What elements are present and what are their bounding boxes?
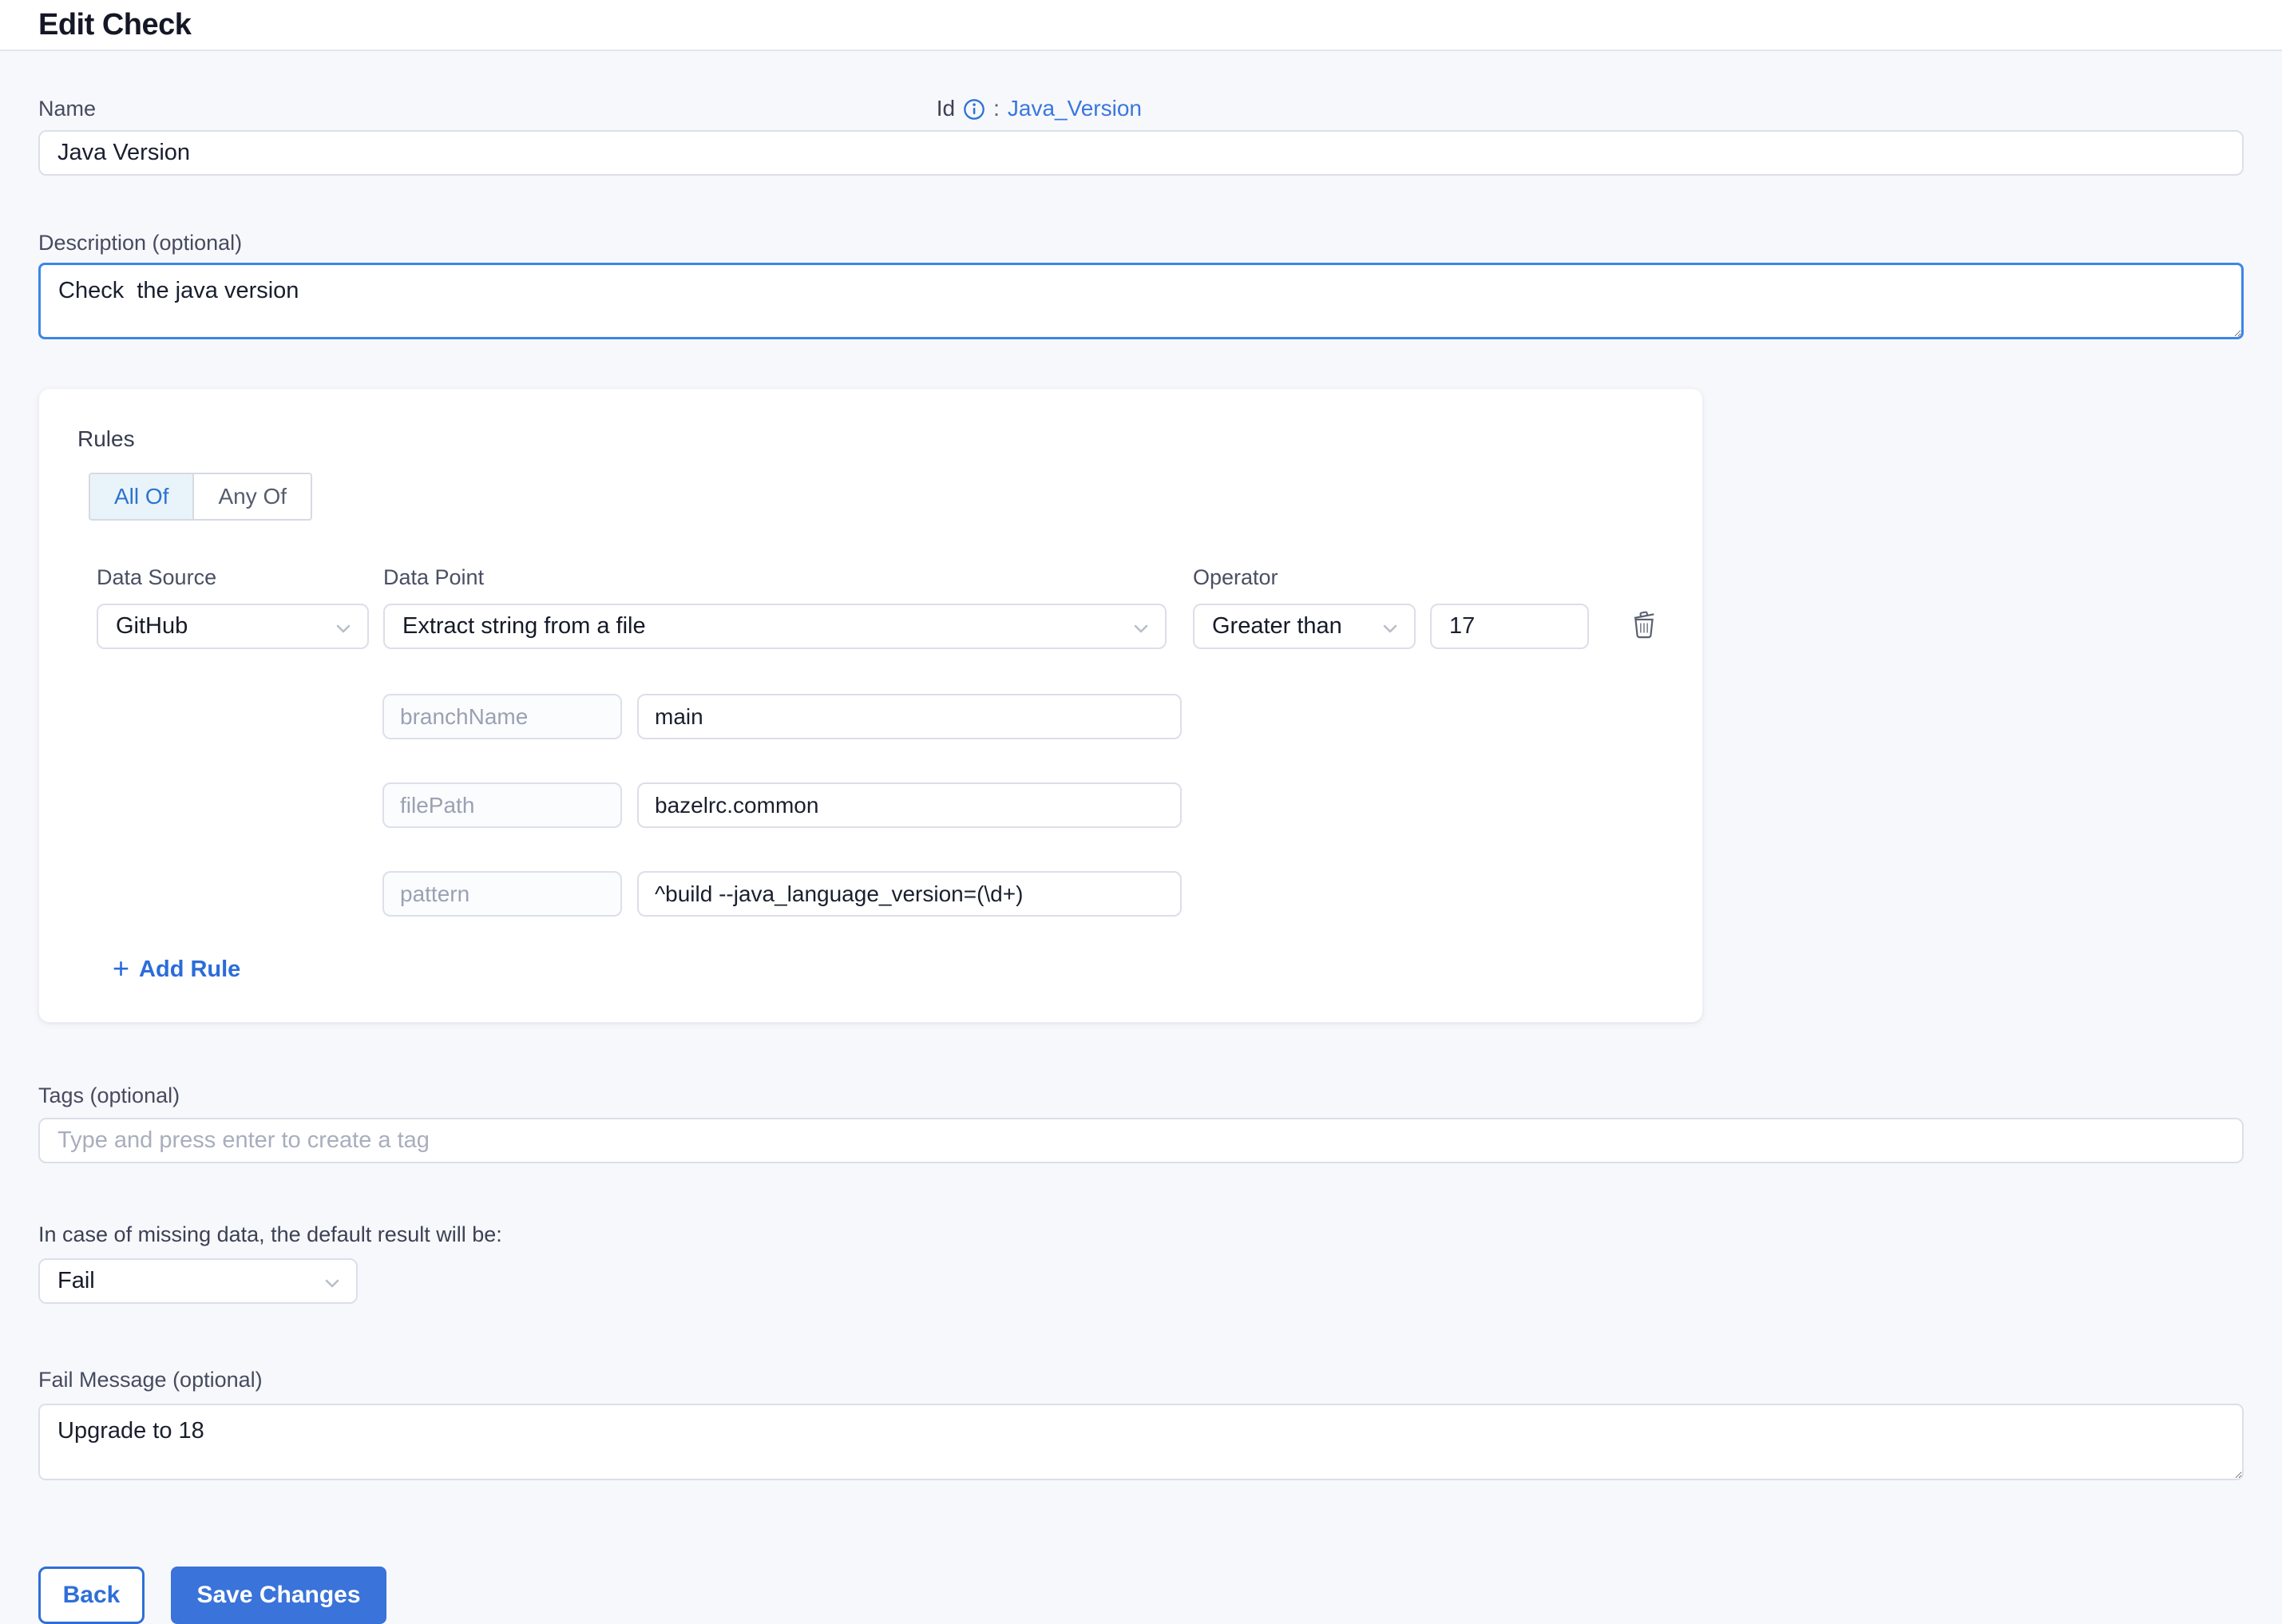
fail-message-textarea[interactable]: Upgrade to 18	[38, 1404, 2244, 1480]
name-label: Name	[38, 97, 96, 121]
page-header: Edit Check	[0, 0, 2282, 51]
add-rule-label: Add Rule	[139, 957, 240, 983]
rule-param-row	[382, 782, 1664, 828]
fail-message-label: Fail Message (optional)	[38, 1368, 2244, 1392]
plus-icon: +	[113, 957, 129, 980]
edit-check-form: Name Id : Java_Version Description (opti…	[0, 96, 2282, 1624]
chevron-down-icon	[1381, 619, 1400, 638]
operator-select[interactable]: Greater than	[1193, 604, 1416, 649]
operator-column: Operator Greater than	[1193, 565, 1416, 649]
param-key-filepath[interactable]	[382, 782, 622, 828]
trash-icon	[1626, 606, 1662, 644]
description-textarea[interactable]: Check the java version	[38, 263, 2244, 339]
chevron-down-icon	[334, 619, 353, 638]
rule-row: Data Source GitHub Data Point Extract st…	[97, 565, 1664, 649]
save-changes-button[interactable]: Save Changes	[171, 1567, 386, 1624]
id-label: Id	[937, 96, 955, 121]
missing-data-label: In case of missing data, the default res…	[38, 1222, 2244, 1247]
data-source-value: GitHub	[116, 613, 188, 640]
tags-input[interactable]	[38, 1118, 2244, 1163]
rule-mode-toggle: All Of Any Of	[89, 473, 312, 521]
param-key-pattern[interactable]	[382, 871, 622, 917]
any-of-button[interactable]: Any Of	[192, 474, 311, 519]
name-input[interactable]	[38, 130, 2244, 176]
comparison-value-input[interactable]	[1430, 604, 1589, 649]
all-of-button[interactable]: All Of	[90, 474, 192, 519]
rules-card: Rules All Of Any Of Data Source GitHub D…	[38, 388, 1703, 1023]
id-separator: :	[993, 96, 1000, 121]
name-header-row: Name Id : Java_Version	[38, 96, 1142, 121]
data-point-label: Data Point	[383, 565, 1167, 590]
data-source-select[interactable]: GitHub	[97, 604, 369, 649]
tags-label: Tags (optional)	[38, 1083, 2244, 1108]
chevron-down-icon	[1131, 619, 1151, 638]
add-rule-button[interactable]: + Add Rule	[113, 957, 240, 983]
form-actions: Back Save Changes	[38, 1567, 2244, 1624]
check-id-link[interactable]: Java_Version	[1008, 96, 1142, 121]
description-label: Description (optional)	[38, 231, 2244, 255]
default-result-select[interactable]: Fail	[38, 1258, 358, 1304]
operator-value: Greater than	[1212, 613, 1342, 640]
data-point-value: Extract string from a file	[402, 613, 646, 640]
param-key-branchname[interactable]	[382, 694, 622, 739]
delete-rule-button[interactable]	[1626, 606, 1662, 644]
param-value-branchname[interactable]	[637, 694, 1182, 739]
comparison-value-column	[1430, 604, 1589, 649]
operator-label: Operator	[1193, 565, 1416, 590]
data-source-label: Data Source	[97, 565, 369, 590]
default-result-value: Fail	[57, 1268, 95, 1294]
page-title: Edit Check	[38, 8, 191, 42]
data-point-select[interactable]: Extract string from a file	[383, 604, 1167, 649]
back-button[interactable]: Back	[38, 1567, 145, 1624]
chevron-down-icon	[323, 1273, 342, 1293]
check-id-block: Id : Java_Version	[937, 96, 1142, 121]
param-value-filepath[interactable]	[637, 782, 1182, 828]
rule-param-row	[382, 871, 1664, 917]
data-source-column: Data Source GitHub	[97, 565, 369, 649]
rules-label: Rules	[77, 426, 1664, 452]
rule-param-row	[382, 694, 1664, 739]
data-point-column: Data Point Extract string from a file	[383, 565, 1167, 649]
param-value-pattern[interactable]	[637, 871, 1182, 917]
info-icon[interactable]	[963, 98, 985, 121]
